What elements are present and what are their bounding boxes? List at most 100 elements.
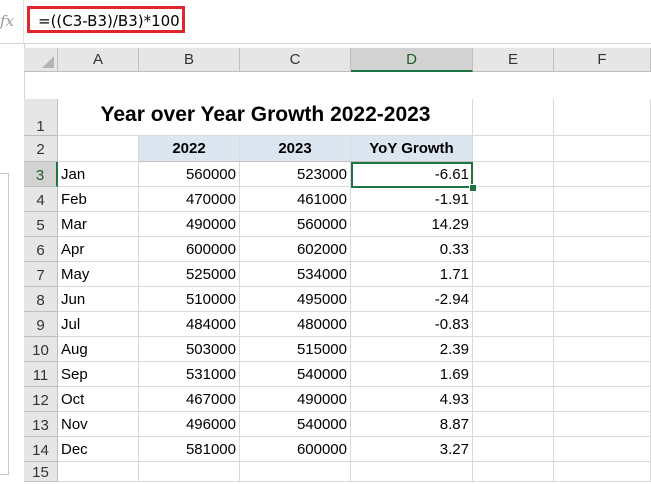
cell-f5[interactable]	[554, 212, 651, 237]
data-cell-d7[interactable]: 1.71	[351, 262, 473, 287]
data-cell-b11[interactable]: 531000	[139, 362, 240, 387]
data-cell-d6[interactable]: 0.33	[351, 237, 473, 262]
header-cell-b2[interactable]: 2022	[139, 136, 240, 162]
data-cell-a9[interactable]: Jul	[58, 312, 139, 337]
cell-e10[interactable]	[473, 337, 554, 362]
cell-e11[interactable]	[473, 362, 554, 387]
cell-f15[interactable]	[554, 462, 651, 482]
row-header-13[interactable]: 13	[24, 412, 58, 437]
row-header-14[interactable]: 14	[24, 437, 58, 462]
fill-handle[interactable]	[469, 184, 477, 192]
data-cell-b3[interactable]: 560000	[139, 162, 240, 187]
header-cell-d2[interactable]: YoY Growth	[351, 136, 473, 162]
data-cell-d5[interactable]: 14.29	[351, 212, 473, 237]
data-cell-b4[interactable]: 470000	[139, 187, 240, 212]
data-cell-c10[interactable]: 515000	[240, 337, 351, 362]
cell-f10[interactable]	[554, 337, 651, 362]
data-cell-d3[interactable]: -6.61	[351, 162, 473, 187]
data-cell-b8[interactable]: 510000	[139, 287, 240, 312]
row-header-1[interactable]: 1	[24, 99, 58, 136]
cell-e6[interactable]	[473, 237, 554, 262]
cell-e1[interactable]	[473, 99, 554, 136]
data-cell-b9[interactable]: 484000	[139, 312, 240, 337]
data-cell-c4[interactable]: 461000	[240, 187, 351, 212]
data-cell-b12[interactable]: 467000	[139, 387, 240, 412]
data-cell-d14[interactable]: 3.27	[351, 437, 473, 462]
cell-b15[interactable]	[139, 462, 240, 482]
data-cell-a11[interactable]: Sep	[58, 362, 139, 387]
cell-f3[interactable]	[554, 162, 651, 187]
data-cell-b10[interactable]: 503000	[139, 337, 240, 362]
row-header-11[interactable]: 11	[24, 362, 58, 387]
column-header-e[interactable]: E	[473, 48, 554, 72]
data-cell-b14[interactable]: 581000	[139, 437, 240, 462]
cell-e2[interactable]	[473, 136, 554, 162]
row-header-9[interactable]: 9	[24, 312, 58, 337]
row-header-12[interactable]: 12	[24, 387, 58, 412]
cell-e3[interactable]	[473, 162, 554, 187]
row-header-4[interactable]: 4	[24, 187, 58, 212]
data-cell-d10[interactable]: 2.39	[351, 337, 473, 362]
cell-e4[interactable]	[473, 187, 554, 212]
data-cell-c9[interactable]: 480000	[240, 312, 351, 337]
cell-f6[interactable]	[554, 237, 651, 262]
column-header-b[interactable]: B	[139, 48, 240, 72]
row-header-2[interactable]: 2	[24, 136, 58, 162]
data-cell-a3[interactable]: Jan	[58, 162, 139, 187]
cell-e14[interactable]	[473, 437, 554, 462]
cell-e12[interactable]	[473, 387, 554, 412]
row-header-7[interactable]: 7	[24, 262, 58, 287]
data-cell-a10[interactable]: Aug	[58, 337, 139, 362]
data-cell-a6[interactable]: Apr	[58, 237, 139, 262]
data-cell-d9[interactable]: -0.83	[351, 312, 473, 337]
data-cell-a5[interactable]: Mar	[58, 212, 139, 237]
cell-f13[interactable]	[554, 412, 651, 437]
data-cell-b7[interactable]: 525000	[139, 262, 240, 287]
row-header-6[interactable]: 6	[24, 237, 58, 262]
data-cell-b6[interactable]: 600000	[139, 237, 240, 262]
fx-icon[interactable]: fx	[0, 10, 14, 32]
select-all-button[interactable]	[24, 48, 58, 72]
cell-e15[interactable]	[473, 462, 554, 482]
cell-f8[interactable]	[554, 287, 651, 312]
data-cell-a13[interactable]: Nov	[58, 412, 139, 437]
data-cell-c13[interactable]: 540000	[240, 412, 351, 437]
data-cell-c6[interactable]: 602000	[240, 237, 351, 262]
cell-f11[interactable]	[554, 362, 651, 387]
cell-e7[interactable]	[473, 262, 554, 287]
data-cell-c14[interactable]: 600000	[240, 437, 351, 462]
cell-f9[interactable]	[554, 312, 651, 337]
row-header-5[interactable]: 5	[24, 212, 58, 237]
data-cell-d4[interactable]: -1.91	[351, 187, 473, 212]
data-cell-a4[interactable]: Feb	[58, 187, 139, 212]
data-cell-b13[interactable]: 496000	[139, 412, 240, 437]
data-cell-a12[interactable]: Oct	[58, 387, 139, 412]
data-cell-c11[interactable]: 540000	[240, 362, 351, 387]
data-cell-c12[interactable]: 490000	[240, 387, 351, 412]
row-header-10[interactable]: 10	[24, 337, 58, 362]
data-cell-c3[interactable]: 523000	[240, 162, 351, 187]
row-header-15[interactable]: 15	[24, 462, 58, 482]
cell-a15[interactable]	[58, 462, 139, 482]
cell-f7[interactable]	[554, 262, 651, 287]
column-header-a[interactable]: A	[58, 48, 139, 72]
data-cell-d13[interactable]: 8.87	[351, 412, 473, 437]
data-cell-a8[interactable]: Jun	[58, 287, 139, 312]
column-header-d[interactable]: D	[351, 48, 473, 72]
data-cell-b5[interactable]: 490000	[139, 212, 240, 237]
cell-e8[interactable]	[473, 287, 554, 312]
cell-c15[interactable]	[240, 462, 351, 482]
cell-f1[interactable]	[554, 99, 651, 136]
cell-d15[interactable]	[351, 462, 473, 482]
data-cell-a14[interactable]: Dec	[58, 437, 139, 462]
cell-f2[interactable]	[554, 136, 651, 162]
row-header-8[interactable]: 8	[24, 287, 58, 312]
cell-e13[interactable]	[473, 412, 554, 437]
data-cell-c5[interactable]: 560000	[240, 212, 351, 237]
row-header-3[interactable]: 3	[24, 162, 58, 187]
data-cell-d12[interactable]: 4.93	[351, 387, 473, 412]
data-cell-a7[interactable]: May	[58, 262, 139, 287]
cell-f4[interactable]	[554, 187, 651, 212]
cell-e5[interactable]	[473, 212, 554, 237]
formula-input[interactable]: =((C3-B3)/B3)*100	[27, 6, 185, 33]
